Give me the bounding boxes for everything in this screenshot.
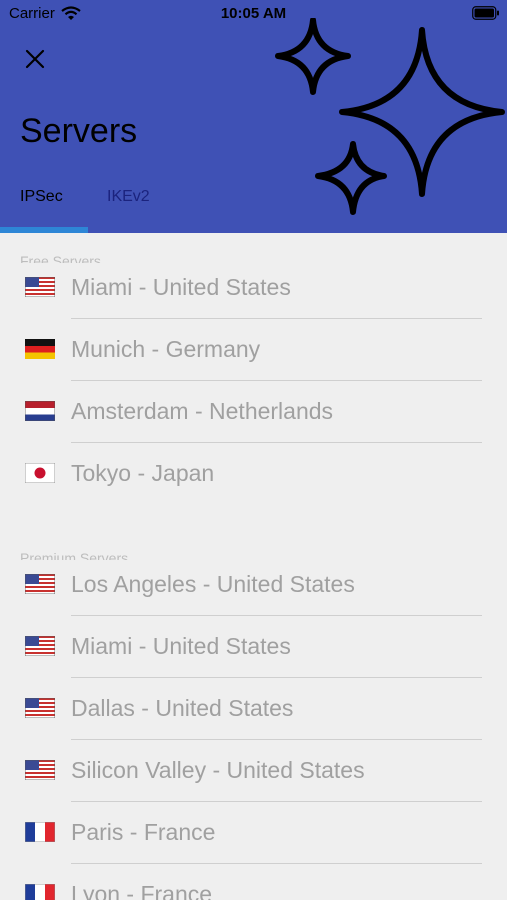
server-label: Munich - Germany	[71, 336, 261, 362]
server-row[interactable]: Los Angeles - United States	[0, 554, 507, 616]
tab-ikev2[interactable]: IKEv2	[107, 188, 150, 206]
server-row[interactable]: Amsterdam - Netherlands	[0, 381, 507, 443]
server-label: Amsterdam - Netherlands	[71, 398, 334, 424]
tab-ipsec[interactable]: IPSec	[20, 188, 63, 206]
jp-flag-icon	[25, 463, 55, 483]
fr-flag-icon	[25, 822, 55, 842]
server-row[interactable]: Lyon - France	[0, 864, 507, 900]
us-flag-icon	[25, 277, 55, 297]
server-label: Miami - United States	[71, 633, 291, 659]
server-label: Lyon - France	[71, 881, 213, 900]
server-label: Miami - United States	[71, 274, 291, 300]
page-title: Servers	[20, 112, 138, 150]
server-list[interactable]: Free Servers Miami - United States Munic…	[0, 233, 507, 900]
server-row[interactable]: Miami - United States	[0, 616, 507, 678]
server-label: Paris - France	[71, 819, 216, 845]
server-row[interactable]: Paris - France	[0, 802, 507, 864]
sparkles-icon	[275, 18, 505, 215]
server-label: Tokyo - Japan	[71, 460, 215, 486]
server-row[interactable]: Silicon Valley - United States	[0, 740, 507, 802]
server-label: Los Angeles - United States	[71, 571, 355, 597]
nl-flag-icon	[25, 401, 55, 421]
server-label: Silicon Valley - United States	[71, 757, 365, 783]
fr-flag-icon	[25, 884, 55, 900]
server-label: Dallas - United States	[71, 695, 294, 721]
close-icon[interactable]	[24, 48, 46, 70]
us-flag-icon	[25, 760, 55, 780]
us-flag-icon	[25, 636, 55, 656]
us-flag-icon	[25, 698, 55, 718]
server-row[interactable]: Dallas - United States	[0, 678, 507, 740]
header: Carrier 10:05 AM Servers IPSec IKEv2	[0, 0, 507, 233]
de-flag-icon	[25, 339, 55, 359]
server-row[interactable]: Munich - Germany	[0, 319, 507, 381]
us-flag-icon	[25, 574, 55, 594]
server-row[interactable]: Miami - United States	[0, 257, 507, 319]
server-row[interactable]: Tokyo - Japan	[0, 443, 507, 505]
